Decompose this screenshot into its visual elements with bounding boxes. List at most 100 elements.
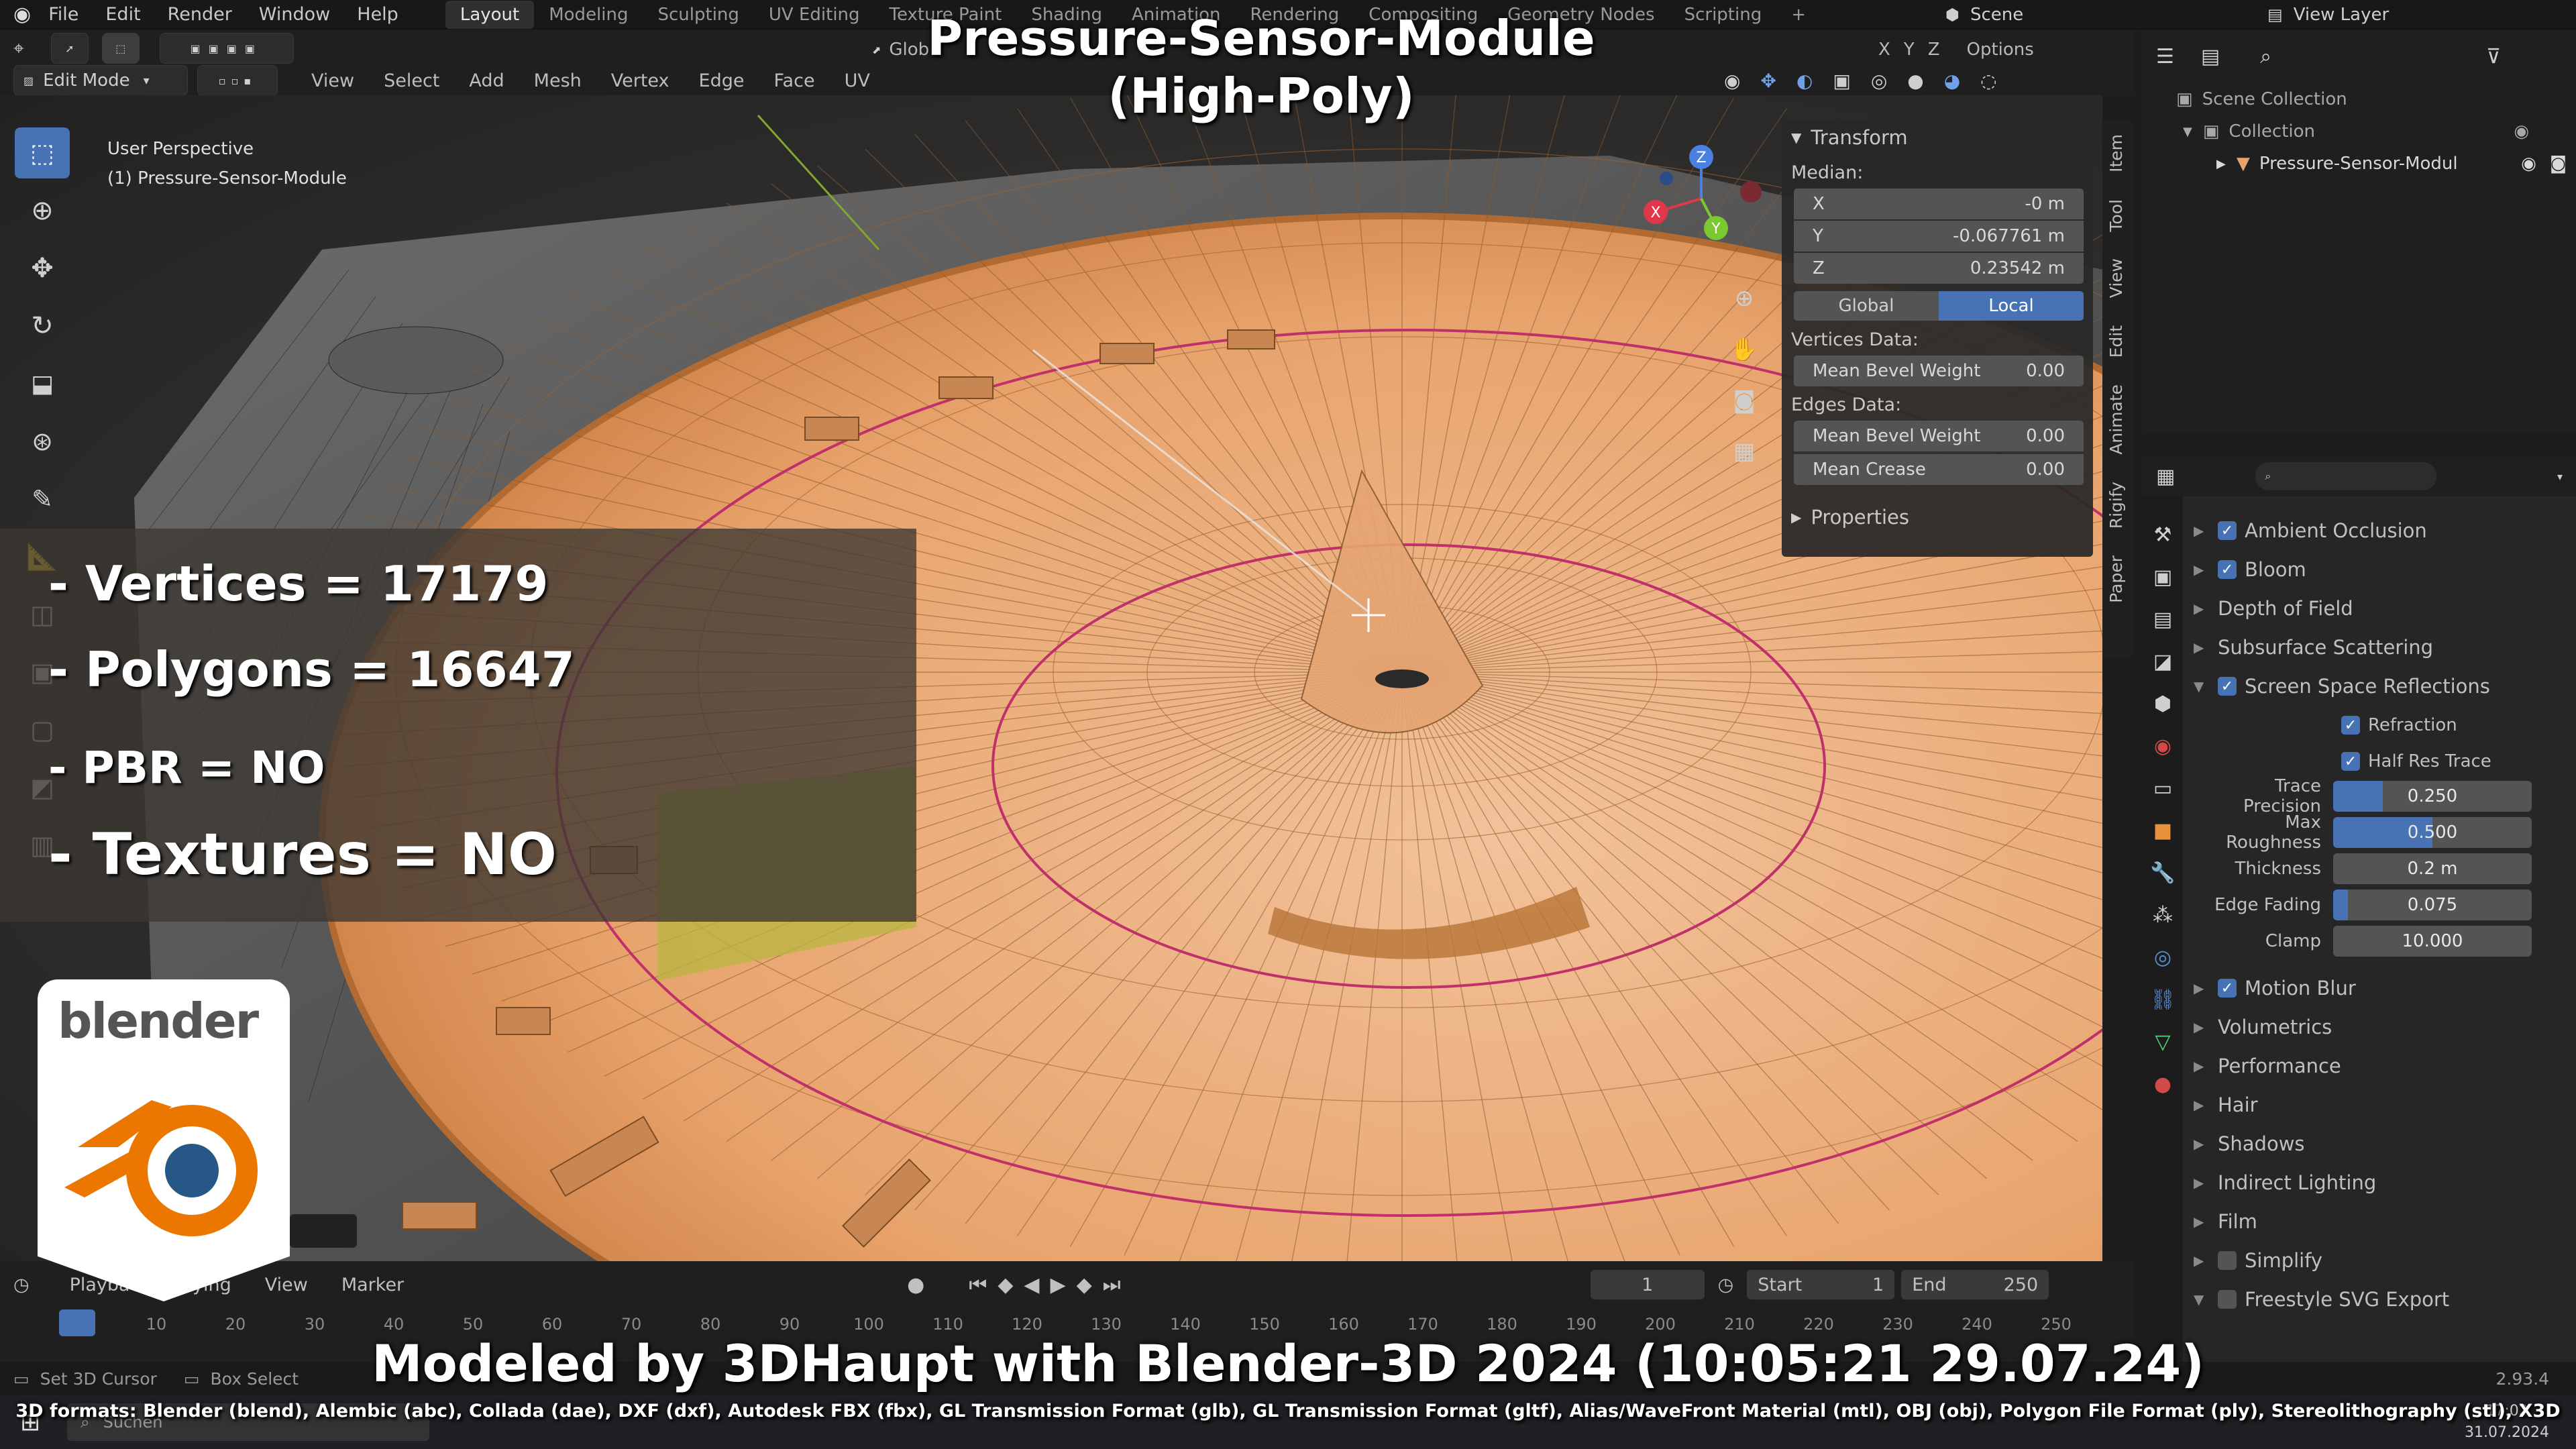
material-tab-icon[interactable]: ● — [2154, 1073, 2171, 1096]
filter-icon[interactable]: ⊽ — [2486, 45, 2501, 68]
tab-paper[interactable]: Paper — [2106, 555, 2126, 603]
modifier-tab-icon[interactable]: 🔧 — [2150, 861, 2175, 885]
rows-panel-1[interactable]: ▶ ✓ Bloom — [2194, 550, 2569, 589]
rows2-panel-4[interactable]: ▶ Shadows — [2194, 1124, 2569, 1163]
panel-checkbox[interactable]: ✓ — [2218, 677, 2237, 696]
chevron-right-icon[interactable]: ▶ — [2194, 980, 2218, 996]
zoom-icon[interactable]: ⊕ — [1724, 273, 1764, 324]
axis-x[interactable]: X — [1878, 40, 1890, 60]
scene-selector[interactable]: ⬢ Scene — [1945, 0, 2023, 30]
panel-checkbox[interactable] — [2218, 1251, 2237, 1270]
tool-transform[interactable]: ⊛ — [15, 416, 70, 467]
tool-cursor[interactable]: ⊕ — [15, 185, 70, 236]
chevron-right-icon[interactable]: ▶ — [2194, 523, 2218, 539]
visibility-icon[interactable]: ◉ — [1724, 70, 1740, 92]
properties-search[interactable]: ⌕ — [2255, 462, 2437, 490]
play-reverse-icon[interactable]: ◀ — [1024, 1273, 1039, 1297]
jump-end-icon[interactable]: ⏭ — [1103, 1273, 1121, 1297]
slider-3[interactable]: 0.075 — [2333, 890, 2532, 920]
tab-rigify[interactable]: Rigify — [2106, 482, 2126, 529]
median-y-field[interactable]: Y -0.067761 m — [1794, 221, 2084, 252]
select-mode-buttons[interactable]: ▣▣▣▣ — [159, 33, 294, 64]
start-frame-field[interactable]: Start 1 — [1747, 1270, 1895, 1299]
select-tool-button[interactable]: ➚ — [50, 33, 89, 64]
tool-rotate[interactable]: ↻ — [15, 301, 70, 352]
playhead[interactable] — [59, 1309, 95, 1336]
menu-vertex[interactable]: Vertex — [611, 70, 669, 91]
slider-1[interactable]: 0.500 — [2333, 817, 2532, 848]
rows-panel-0[interactable]: ▶ ✓ Ambient Occlusion — [2194, 511, 2569, 550]
display-mode-icon[interactable]: ▤ — [2201, 45, 2220, 68]
properties-editor-icon[interactable]: ▦ — [2156, 465, 2175, 488]
camera-icon[interactable]: ◙ — [1724, 375, 1764, 426]
jump-start-icon[interactable]: ⏮ — [969, 1273, 987, 1297]
material-shading-icon[interactable]: ◕ — [1944, 70, 1960, 92]
chevron-down-icon[interactable]: ▼ — [2194, 678, 2218, 694]
refraction-checkbox[interactable]: ✓ — [2341, 716, 2360, 735]
add-workspace-icon[interactable]: + — [1776, 1, 1821, 29]
axis-z[interactable]: Z — [1928, 40, 1940, 60]
panel-checkbox[interactable]: ✓ — [2218, 560, 2237, 579]
rendered-shading-icon[interactable]: ◌ — [1980, 70, 1996, 92]
rows2-panel-2[interactable]: ▶ Performance — [2194, 1046, 2569, 1085]
eye-icon[interactable]: ◉ — [2514, 121, 2529, 142]
panel-checkbox[interactable]: ✓ — [2218, 979, 2237, 998]
solid-shading-icon[interactable]: ● — [1907, 70, 1923, 92]
object-tab-icon[interactable]: ■ — [2153, 819, 2172, 843]
hand-pan-icon[interactable]: ✋ — [1724, 324, 1764, 375]
gizmo-neg-x[interactable] — [1740, 181, 1762, 203]
slider-0[interactable]: 0.250 — [2333, 781, 2532, 812]
rows2-panel-8[interactable]: ▼ Freestyle SVG Export — [2194, 1280, 2569, 1319]
render-camera-icon[interactable]: ◙ — [2550, 154, 2567, 174]
object-row[interactable]: ▶ ▼ Pressure-Sensor-Modul ◉ ◙ — [2143, 148, 2576, 180]
tool-tab-icon[interactable]: ⚒ — [2154, 523, 2172, 547]
overlay-icon[interactable]: ◐ — [1796, 70, 1813, 92]
data-tab-icon[interactable]: ▽ — [2155, 1030, 2170, 1054]
chevron-right-icon[interactable]: ▶ — [2194, 1136, 2218, 1152]
chevron-right-icon[interactable]: ▶ — [2194, 1252, 2218, 1269]
chevron-right-icon[interactable]: ▶ — [2194, 639, 2218, 655]
rows2-panel-1[interactable]: ▶ Volumetrics — [2194, 1008, 2569, 1046]
tab-layout[interactable]: Layout — [445, 0, 535, 29]
navigation-gizmo[interactable]: Z X Y — [1637, 136, 1771, 256]
blender-menu-icon[interactable]: ◉ — [13, 3, 31, 26]
world-tab-icon[interactable]: ◉ — [2154, 735, 2171, 758]
current-frame-field[interactable]: 1 — [1590, 1270, 1705, 1299]
eye-icon[interactable]: ◉ — [2521, 154, 2536, 174]
marker-menu[interactable]: Marker — [341, 1275, 404, 1295]
menu-edit[interactable]: Edit — [105, 4, 140, 25]
slider-2[interactable]: 0.2 m — [2333, 853, 2532, 884]
edge-bevel-weight-field[interactable]: Mean Bevel Weight 0.00 — [1794, 421, 2084, 451]
rows-panel-4[interactable]: ▼ ✓ Screen Space Reflections — [2194, 667, 2569, 706]
end-frame-field[interactable]: End 250 — [1901, 1270, 2049, 1299]
half-res-checkbox[interactable]: ✓ — [2341, 752, 2360, 771]
xray-icon[interactable]: ▣ — [1833, 70, 1850, 92]
mode-dropdown[interactable]: ▨ Edit Mode ▾ — [13, 65, 188, 96]
tab-view[interactable]: View — [2106, 258, 2126, 298]
chevron-right-icon[interactable]: ▶ — [2194, 600, 2218, 616]
tab-tool[interactable]: Tool — [2106, 199, 2126, 232]
wireframe-shading-icon[interactable]: ◎ — [1871, 70, 1887, 92]
tab-modeling[interactable]: Modeling — [534, 1, 643, 29]
panel-checkbox[interactable]: ✓ — [2218, 521, 2237, 540]
vertex-edge-face-mode[interactable]: ▫▫▪ — [197, 65, 278, 96]
transform-header[interactable]: Transform — [1811, 126, 1907, 149]
tab-animate[interactable]: Animate — [2106, 384, 2126, 455]
menu-file[interactable]: File — [48, 4, 78, 25]
half-res-row[interactable]: ✓ Half Res Trace — [2194, 745, 2569, 778]
output-tab-icon[interactable]: ▤ — [2153, 608, 2172, 631]
chevron-down-icon[interactable]: ▼ — [1791, 129, 1801, 146]
chevron-right-icon[interactable]: ▶ — [2194, 561, 2218, 578]
view-layer-selector[interactable]: ▤ View Layer — [2267, 0, 2389, 30]
clock-icon[interactable]: ◷ — [1718, 1275, 1734, 1295]
record-button[interactable]: ● — [907, 1273, 924, 1297]
mean-crease-field[interactable]: Mean Crease 0.00 — [1794, 454, 2084, 485]
grid-ortho-icon[interactable]: ▦ — [1724, 426, 1764, 477]
median-x-field[interactable]: X -0 m — [1794, 189, 2084, 219]
tool-scale[interactable]: ⬓ — [15, 358, 70, 409]
tool-move[interactable]: ✥ — [15, 243, 70, 294]
properties-header[interactable]: Properties — [1811, 506, 1909, 529]
menu-mesh[interactable]: Mesh — [534, 70, 582, 91]
tab-item[interactable]: Item — [2106, 134, 2126, 172]
rows2-panel-5[interactable]: ▶ Indirect Lighting — [2194, 1163, 2569, 1202]
